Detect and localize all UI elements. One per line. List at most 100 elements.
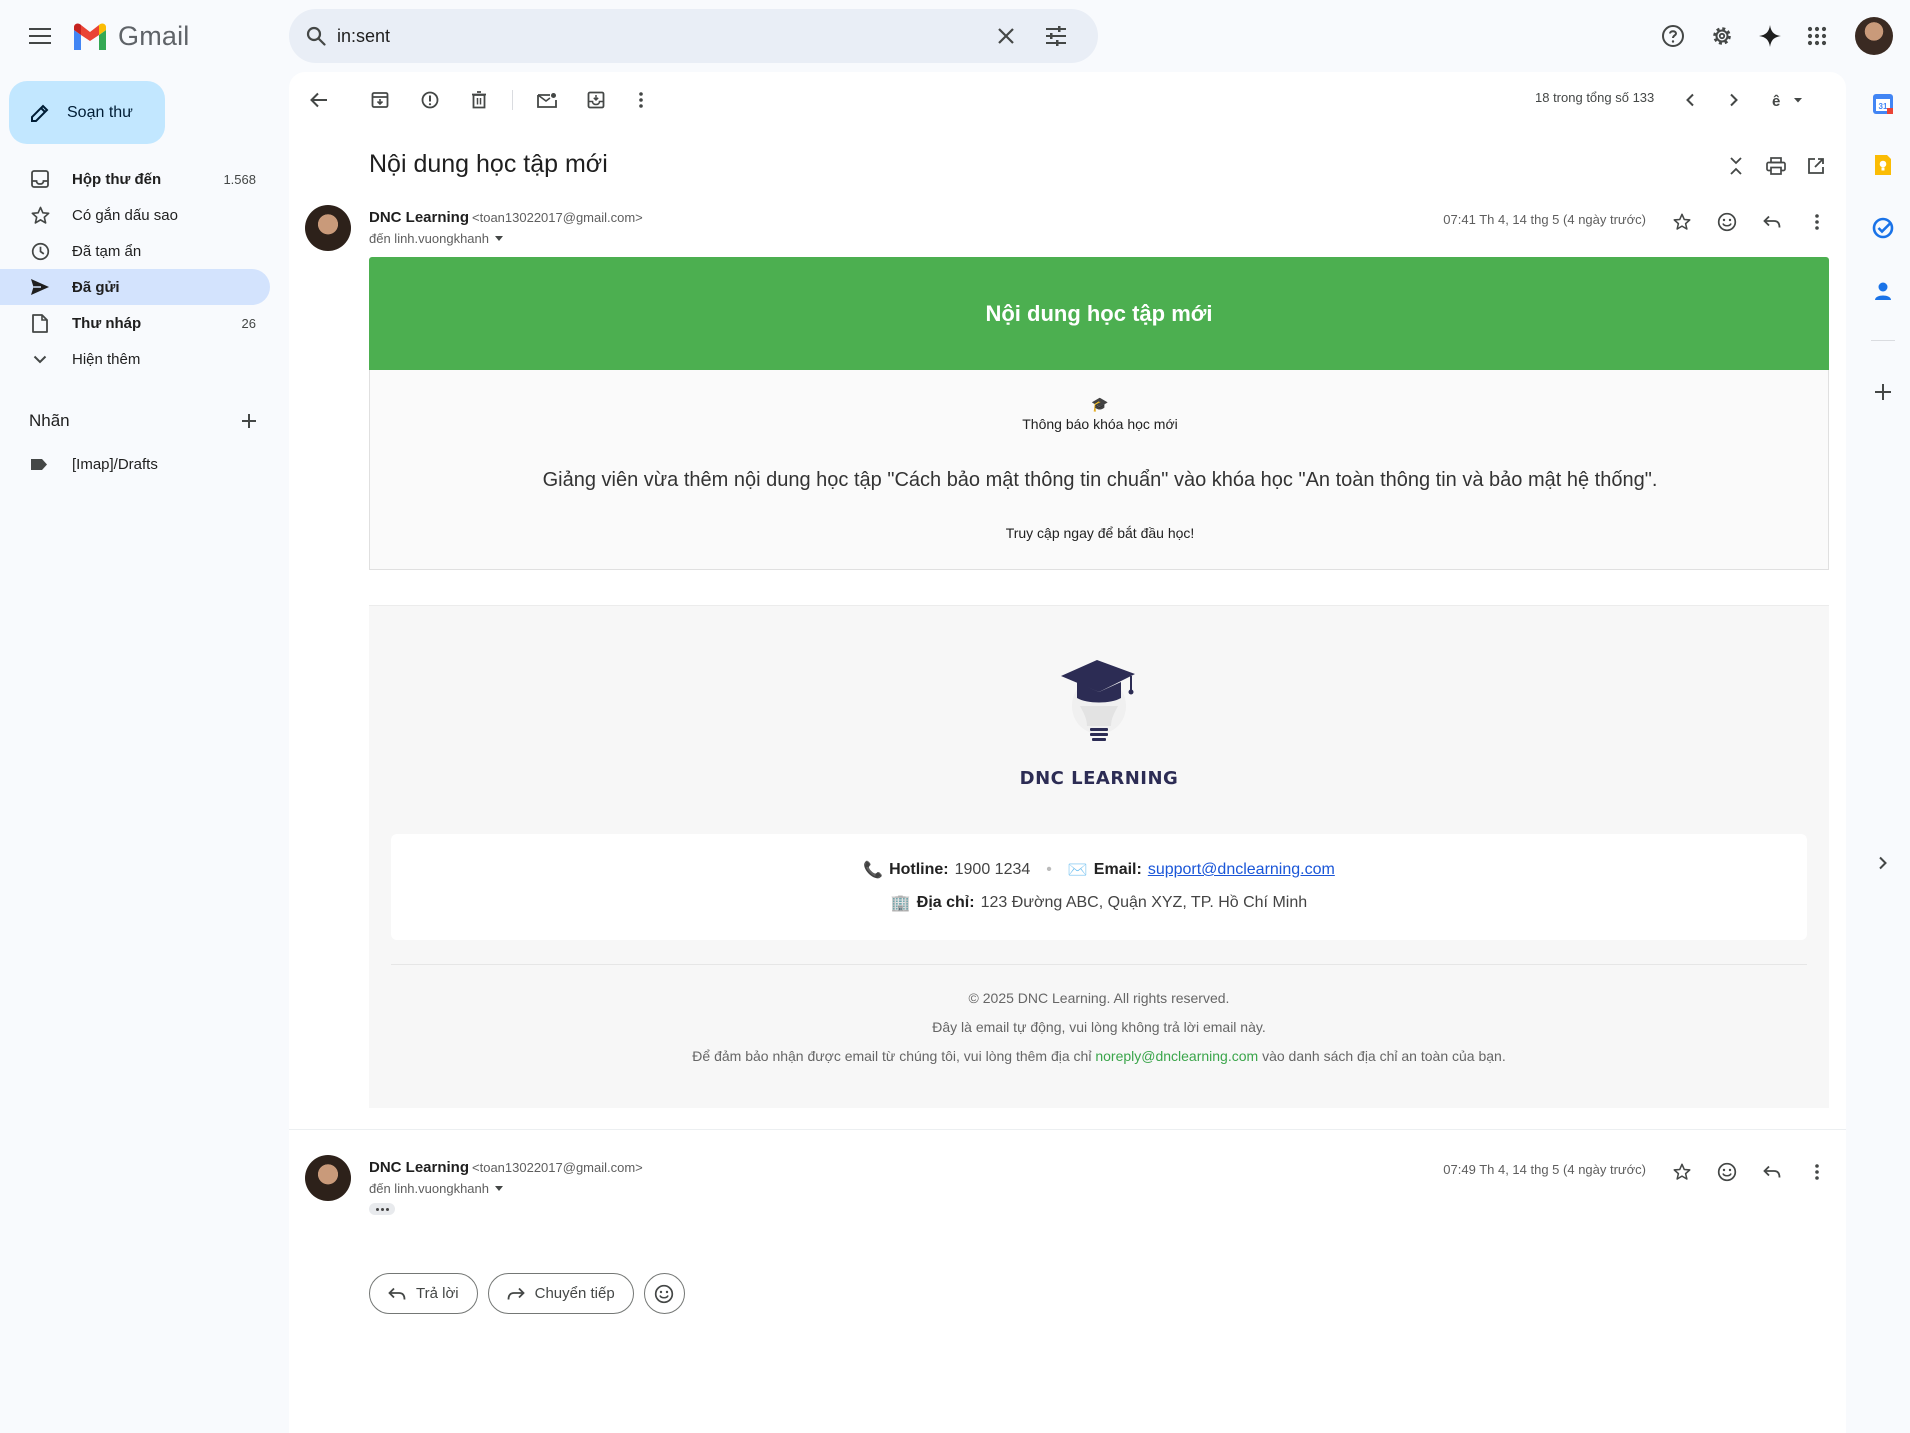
apps-button[interactable] bbox=[1797, 16, 1837, 56]
search-button[interactable] bbox=[301, 21, 331, 51]
keep-button[interactable] bbox=[1863, 145, 1903, 185]
tasks-icon bbox=[1872, 217, 1894, 239]
forward-action-button[interactable]: Chuyển tiếp bbox=[487, 1273, 634, 1314]
add-reaction-button[interactable] bbox=[1709, 1154, 1745, 1190]
reply-action-button[interactable]: Trả lời bbox=[369, 1273, 478, 1314]
gmail-logo[interactable]: Gmail bbox=[72, 20, 190, 52]
star-button[interactable] bbox=[1664, 204, 1700, 240]
message-more-button[interactable] bbox=[1799, 204, 1835, 240]
compose-label: Soạn thư bbox=[67, 103, 133, 121]
sender-email: <toan13022017@gmail.com> bbox=[472, 1160, 643, 1175]
nav-item-drafts[interactable]: Thư nháp 26 bbox=[0, 305, 270, 341]
reply-button[interactable] bbox=[1754, 1154, 1790, 1190]
nav-item-snoozed[interactable]: Đã tạm ẩn bbox=[0, 233, 270, 269]
sender[interactable]: DNC Learning <toan13022017@gmail.com> bbox=[369, 1159, 643, 1176]
support-email-link[interactable]: support@dnclearning.com bbox=[1148, 861, 1335, 879]
arrow-back-icon bbox=[310, 92, 327, 108]
calendar-button[interactable]: 31 bbox=[1863, 84, 1903, 124]
close-icon bbox=[998, 28, 1014, 44]
star-button[interactable] bbox=[1664, 1154, 1700, 1190]
tasks-button[interactable] bbox=[1863, 208, 1903, 248]
send-icon bbox=[30, 277, 50, 297]
main-menu-button[interactable] bbox=[20, 16, 60, 56]
add-reaction-button[interactable] bbox=[1709, 204, 1745, 240]
back-button[interactable] bbox=[301, 82, 337, 118]
sender-avatar[interactable] bbox=[305, 1155, 351, 1201]
move-to-button[interactable] bbox=[578, 82, 614, 118]
hotline-label: Hotline: bbox=[889, 861, 949, 878]
main-message: Giảng viên vừa thêm nội dung học tập "Cá… bbox=[542, 469, 1658, 491]
contact-row: 📞 Hotline: 1900 1234 • ✉️ Email: support… bbox=[391, 860, 1807, 880]
collapse-all-button[interactable] bbox=[1718, 148, 1754, 184]
sender-name: DNC Learning bbox=[369, 209, 470, 226]
reply-button[interactable] bbox=[1754, 204, 1790, 240]
account-avatar[interactable] bbox=[1855, 17, 1893, 55]
report-spam-button[interactable] bbox=[412, 82, 448, 118]
mark-unread-button[interactable] bbox=[529, 82, 565, 118]
trash-icon bbox=[472, 91, 486, 109]
create-label-button[interactable] bbox=[235, 407, 263, 435]
phone-icon: 📞 bbox=[863, 862, 884, 879]
nav-item-more[interactable]: Hiện thêm bbox=[0, 341, 270, 377]
nav-label: Thư nháp bbox=[72, 314, 142, 332]
support-button[interactable] bbox=[1653, 16, 1693, 56]
recipient-text: đến linh.vuongkhanh bbox=[369, 231, 489, 246]
open-new-window-button[interactable] bbox=[1798, 148, 1834, 184]
gear-icon bbox=[1713, 27, 1731, 45]
recipient-details[interactable]: đến linh.vuongkhanh bbox=[369, 231, 503, 246]
forward-icon bbox=[507, 1287, 525, 1300]
unfold-less-icon bbox=[1730, 157, 1742, 175]
older-button[interactable] bbox=[1716, 82, 1752, 118]
show-side-panel-button[interactable] bbox=[1863, 843, 1903, 883]
message-divider bbox=[289, 1129, 1846, 1130]
envelope-icon: ✉️ bbox=[1067, 862, 1088, 879]
nav-item-sent[interactable]: Đã gửi bbox=[0, 269, 270, 305]
calendar-icon: 31 bbox=[1873, 94, 1893, 114]
nav-item-starred[interactable]: Có gắn dấu sao bbox=[0, 197, 270, 233]
input-tools-button[interactable]: ê bbox=[1763, 82, 1813, 118]
clock-icon bbox=[30, 241, 50, 261]
search-options-button[interactable] bbox=[1041, 21, 1071, 51]
compose-button[interactable]: Soạn thư bbox=[9, 81, 165, 144]
labels-header: Nhãn bbox=[29, 407, 269, 435]
emoji-reaction-button[interactable] bbox=[643, 1273, 685, 1314]
nav-label: Đã tạm ẩn bbox=[72, 242, 142, 260]
email-content: 🎓 Thông báo khóa học mới Giảng viên vừa … bbox=[369, 370, 1829, 570]
email-label: Email: bbox=[1093, 861, 1142, 878]
dnc-learning-logo bbox=[1061, 660, 1135, 741]
plus-icon bbox=[242, 414, 256, 428]
nav-item-inbox[interactable]: Hộp thư đến 1.568 bbox=[0, 161, 270, 197]
recipient-details[interactable]: đến linh.vuongkhanh bbox=[369, 1181, 503, 1196]
message-header: DNC Learning <toan13022017@gmail.com> đến… bbox=[289, 1154, 1846, 1214]
left-nav: Hộp thư đến 1.568 Có gắn dấu sao Đã tạm … bbox=[0, 161, 270, 377]
more-actions-button[interactable] bbox=[623, 82, 659, 118]
separator-dot: • bbox=[1046, 861, 1052, 878]
graduation-cap-emoji: 🎓 bbox=[1091, 396, 1109, 412]
gemini-button[interactable] bbox=[1750, 16, 1790, 56]
nav-count: 26 bbox=[241, 315, 256, 331]
search-input[interactable] bbox=[337, 19, 957, 53]
clear-search-button[interactable] bbox=[991, 21, 1021, 51]
sender-avatar[interactable] bbox=[305, 205, 351, 251]
address-text: 123 Đường ABC, Quận XYZ, TP. Hồ Chí Minh bbox=[980, 894, 1308, 911]
contacts-button[interactable] bbox=[1863, 271, 1903, 311]
reply-icon bbox=[1763, 1165, 1781, 1178]
nav-count: 1.568 bbox=[223, 171, 256, 187]
building-icon: 🏢 bbox=[890, 895, 911, 912]
sender[interactable]: DNC Learning <toan13022017@gmail.com> bbox=[369, 209, 643, 226]
star-icon bbox=[30, 205, 50, 225]
contact-card: 📞 Hotline: 1900 1234 • ✉️ Email: support… bbox=[391, 834, 1807, 940]
noreply-email-link[interactable]: noreply@dnclearning.com bbox=[1095, 1048, 1258, 1064]
apps-grid-icon bbox=[1807, 26, 1827, 46]
show-trimmed-content-button[interactable] bbox=[369, 1203, 395, 1215]
print-button[interactable] bbox=[1758, 148, 1794, 184]
message-more-button[interactable] bbox=[1799, 1154, 1835, 1190]
archive-button[interactable] bbox=[362, 82, 398, 118]
label-item-imap-drafts[interactable]: [Imap]/Drafts bbox=[0, 449, 270, 479]
newer-button[interactable] bbox=[1672, 82, 1708, 118]
caret-down-icon bbox=[495, 1186, 503, 1191]
delete-button[interactable] bbox=[461, 82, 497, 118]
plus-icon bbox=[1875, 384, 1891, 400]
get-addons-button[interactable] bbox=[1863, 372, 1903, 412]
settings-button[interactable] bbox=[1702, 16, 1742, 56]
